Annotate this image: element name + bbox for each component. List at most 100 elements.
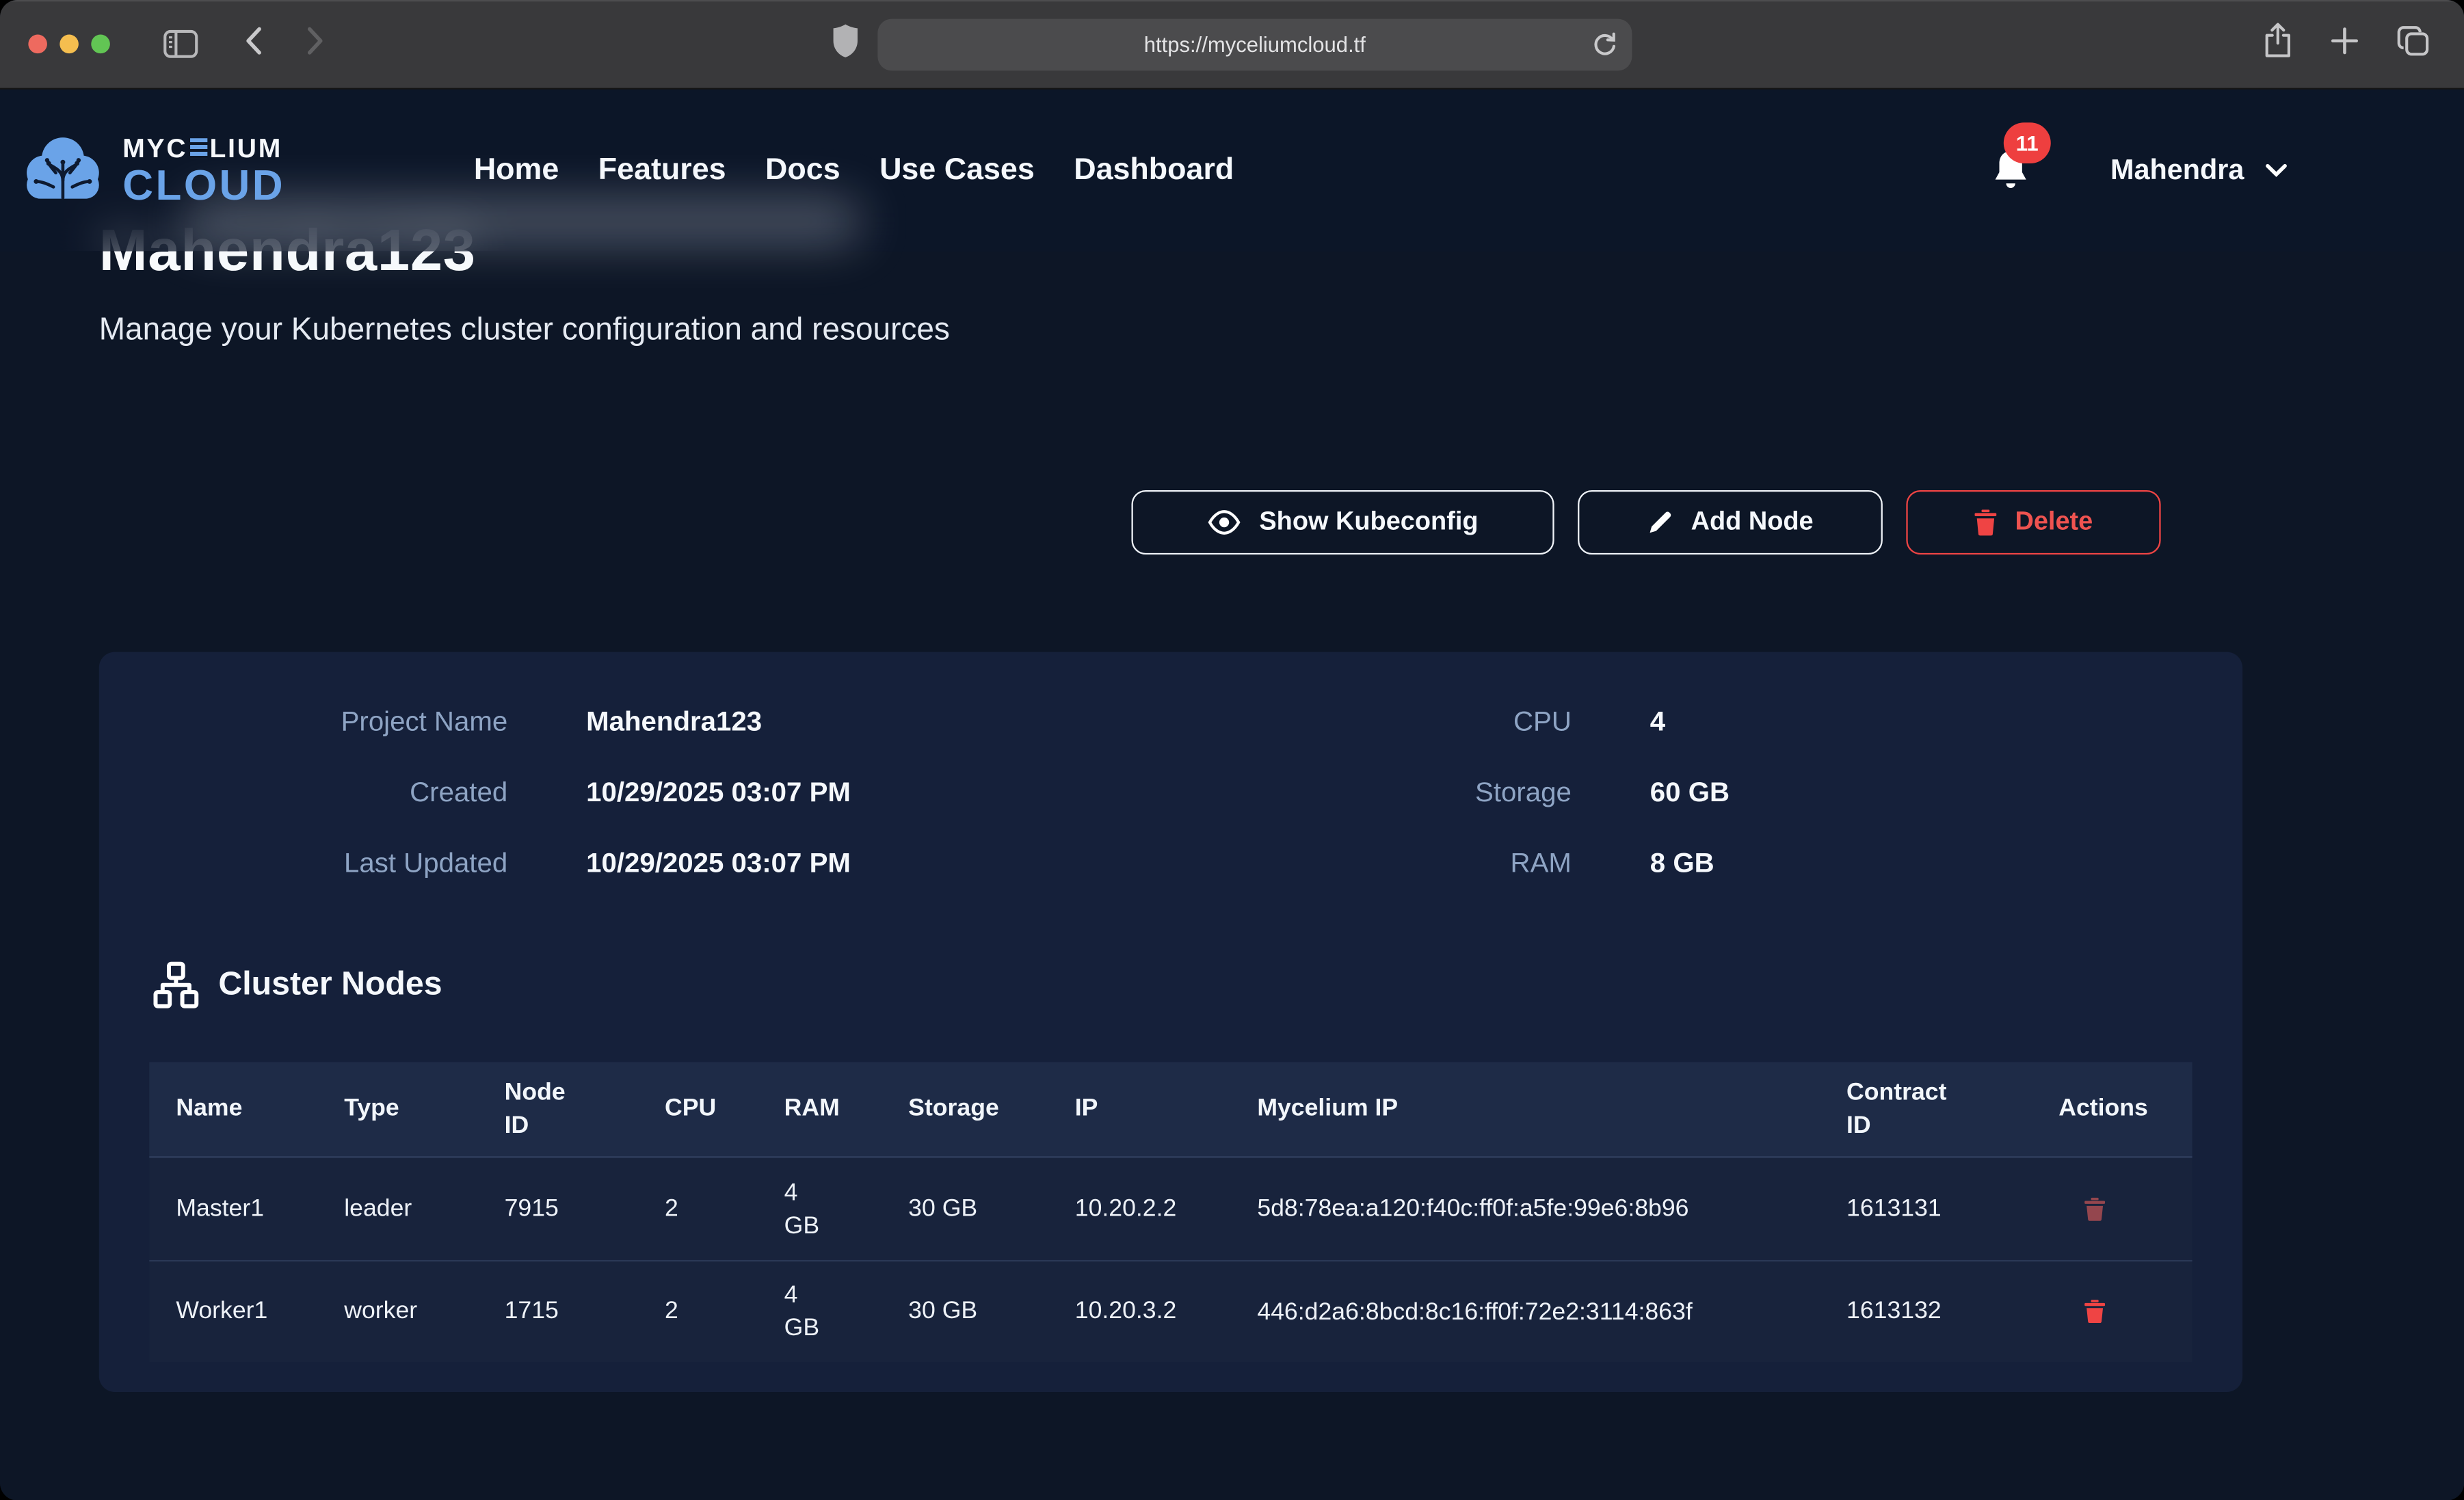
storage-value: 60 GB [1650, 776, 1730, 809]
col-header-name: Name [176, 1095, 344, 1123]
cell-ip: 10.20.3.2 [1075, 1298, 1258, 1326]
delete-node-button[interactable] [2084, 1196, 2106, 1222]
user-name: Mahendra [2110, 154, 2244, 187]
nav-link-docs[interactable]: Docs [765, 152, 840, 189]
info-row-ram: RAM 8 GB [1163, 828, 1730, 898]
cluster-actions: Show Kubeconfig Add Node Delete [1131, 490, 2160, 554]
pencil-icon [1647, 509, 1673, 536]
cell-ip: 10.20.2.2 [1075, 1195, 1258, 1223]
nav-link-dashboard[interactable]: Dashboard [1074, 152, 1234, 189]
stylized-e-icon [190, 137, 207, 158]
user-menu[interactable]: Mahendra [2110, 154, 2288, 187]
ram-label: RAM [1163, 847, 1571, 880]
cpu-value: 4 [1650, 706, 1665, 738]
cell-name: Worker1 [176, 1298, 344, 1326]
col-header-node-id: Node ID [505, 1076, 665, 1142]
overview-right-column: CPU 4 Storage 60 GB RAM 8 GB [1163, 686, 1730, 898]
col-header-cpu: CPU [665, 1095, 784, 1123]
tab-overview-icon[interactable] [2396, 25, 2429, 64]
cell-type: leader [344, 1195, 504, 1223]
info-row-last-updated: Last Updated 10/29/2025 03:07 PM [99, 828, 851, 898]
col-header-type: Type [344, 1095, 504, 1123]
trash-icon [2084, 1299, 2106, 1324]
cluster-overview-card: Project Name Mahendra123 Created 10/29/2… [99, 652, 2242, 1392]
notification-count-badge: 11 [2004, 122, 2051, 163]
address-bar[interactable]: https://myceliumcloud.tf [877, 18, 1632, 70]
logo-text-cloud: CLOUD [122, 164, 285, 206]
sidebar-toggle-icon[interactable] [163, 30, 198, 58]
created-label: Created [99, 776, 507, 809]
nav-link-features[interactable]: Features [598, 152, 726, 189]
project-name-value: Mahendra123 [586, 706, 762, 738]
cell-actions [2058, 1196, 2187, 1222]
brand-wordmark: MYCLIUM CLOUD [122, 134, 285, 206]
col-header-ram: RAM [784, 1095, 909, 1123]
cell-cpu: 2 [665, 1298, 784, 1326]
back-icon[interactable] [245, 26, 262, 62]
cell-storage: 30 GB [908, 1298, 1075, 1326]
cell-ram: 4 GB [784, 1278, 909, 1345]
trash-icon [1974, 509, 1998, 536]
cell-actions [2058, 1299, 2187, 1324]
window-controls [28, 35, 109, 54]
minimize-window-button[interactable] [59, 35, 79, 54]
cell-node-id: 7915 [505, 1195, 665, 1223]
info-row-cpu: CPU 4 [1163, 686, 1730, 757]
new-tab-icon[interactable] [2331, 26, 2359, 62]
cell-mycelium-ip: 5d8:78ea:a120:f40c:ff0f:a5fe:99e6:8b96 [1257, 1192, 1846, 1225]
cell-contract-id: 1613131 [1846, 1195, 2058, 1223]
cell-node-id: 1715 [505, 1298, 665, 1326]
reload-icon[interactable] [1593, 31, 1616, 57]
info-row-created: Created 10/29/2025 03:07 PM [99, 758, 851, 828]
page-subtitle: Manage your Kubernetes cluster configura… [99, 312, 950, 349]
delete-node-button[interactable] [2084, 1299, 2106, 1324]
main-nav: Home Features Docs Use Cases Dashboard [474, 152, 1234, 189]
logo-text-lium: LIUM [210, 134, 283, 161]
table-row: Worker1 worker 1715 2 4 GB 30 GB 10.20.3… [149, 1260, 2192, 1362]
trash-icon [2084, 1196, 2106, 1222]
site-header: MYCLIUM CLOUD Home Features Docs Use Cas… [0, 90, 2464, 252]
close-window-button[interactable] [28, 35, 47, 54]
col-header-mycelium-ip: Mycelium IP [1257, 1095, 1846, 1123]
brand-logo[interactable]: MYCLIUM CLOUD [21, 133, 285, 207]
eye-icon [1208, 509, 1243, 536]
cell-contract-id: 1613132 [1846, 1298, 2058, 1326]
url-text: https://myceliumcloud.tf [1144, 32, 1366, 55]
cell-cpu: 2 [665, 1195, 784, 1223]
cluster-nodes-heading: Cluster Nodes [153, 961, 442, 1008]
delete-cluster-button[interactable]: Delete [1906, 490, 2160, 554]
last-updated-value: 10/29/2025 03:07 PM [586, 847, 851, 880]
privacy-shield-icon[interactable] [832, 23, 859, 65]
col-header-storage: Storage [908, 1095, 1075, 1123]
col-header-contract-id: Contract ID [1846, 1076, 2058, 1142]
page-content: Mahendra123 Manage your Kubernetes clust… [0, 90, 2464, 1500]
share-icon[interactable] [2263, 21, 2293, 67]
overview-left-column: Project Name Mahendra123 Created 10/29/2… [99, 686, 851, 898]
info-row-project-name: Project Name Mahendra123 [99, 686, 851, 757]
nav-link-home[interactable]: Home [474, 152, 559, 189]
last-updated-label: Last Updated [99, 847, 507, 880]
nav-link-use-cases[interactable]: Use Cases [879, 152, 1035, 189]
add-node-label: Add Node [1691, 507, 1814, 537]
show-kubeconfig-label: Show Kubeconfig [1259, 507, 1478, 537]
browser-window: https://myceliumcloud.tf [0, 0, 2464, 1500]
forward-icon[interactable] [306, 26, 323, 62]
browser-toolbar: https://myceliumcloud.tf [0, 0, 2464, 90]
mycelium-cloud-icon [21, 133, 105, 207]
cluster-nodes-table: Name Type Node ID CPU RAM Storage IP Myc… [149, 1062, 2192, 1362]
cpu-label: CPU [1163, 706, 1571, 738]
blurred-title-artifact [185, 200, 861, 243]
storage-label: Storage [1163, 776, 1571, 809]
notifications-button[interactable]: 11 [1989, 148, 2032, 193]
cell-ram: 4 GB [784, 1176, 909, 1242]
cluster-nodes-title: Cluster Nodes [218, 966, 442, 1004]
delete-label: Delete [2015, 507, 2093, 537]
fullscreen-window-button[interactable] [91, 35, 110, 54]
add-node-button[interactable]: Add Node [1578, 490, 1883, 554]
project-name-label: Project Name [99, 706, 507, 738]
cell-mycelium-ip: 446:d2a6:8bcd:8c16:ff0f:72e2:3114:863f [1257, 1296, 1846, 1328]
ram-value: 8 GB [1650, 847, 1714, 880]
col-header-ip: IP [1075, 1095, 1258, 1123]
show-kubeconfig-button[interactable]: Show Kubeconfig [1131, 490, 1554, 554]
created-value: 10/29/2025 03:07 PM [586, 776, 851, 809]
